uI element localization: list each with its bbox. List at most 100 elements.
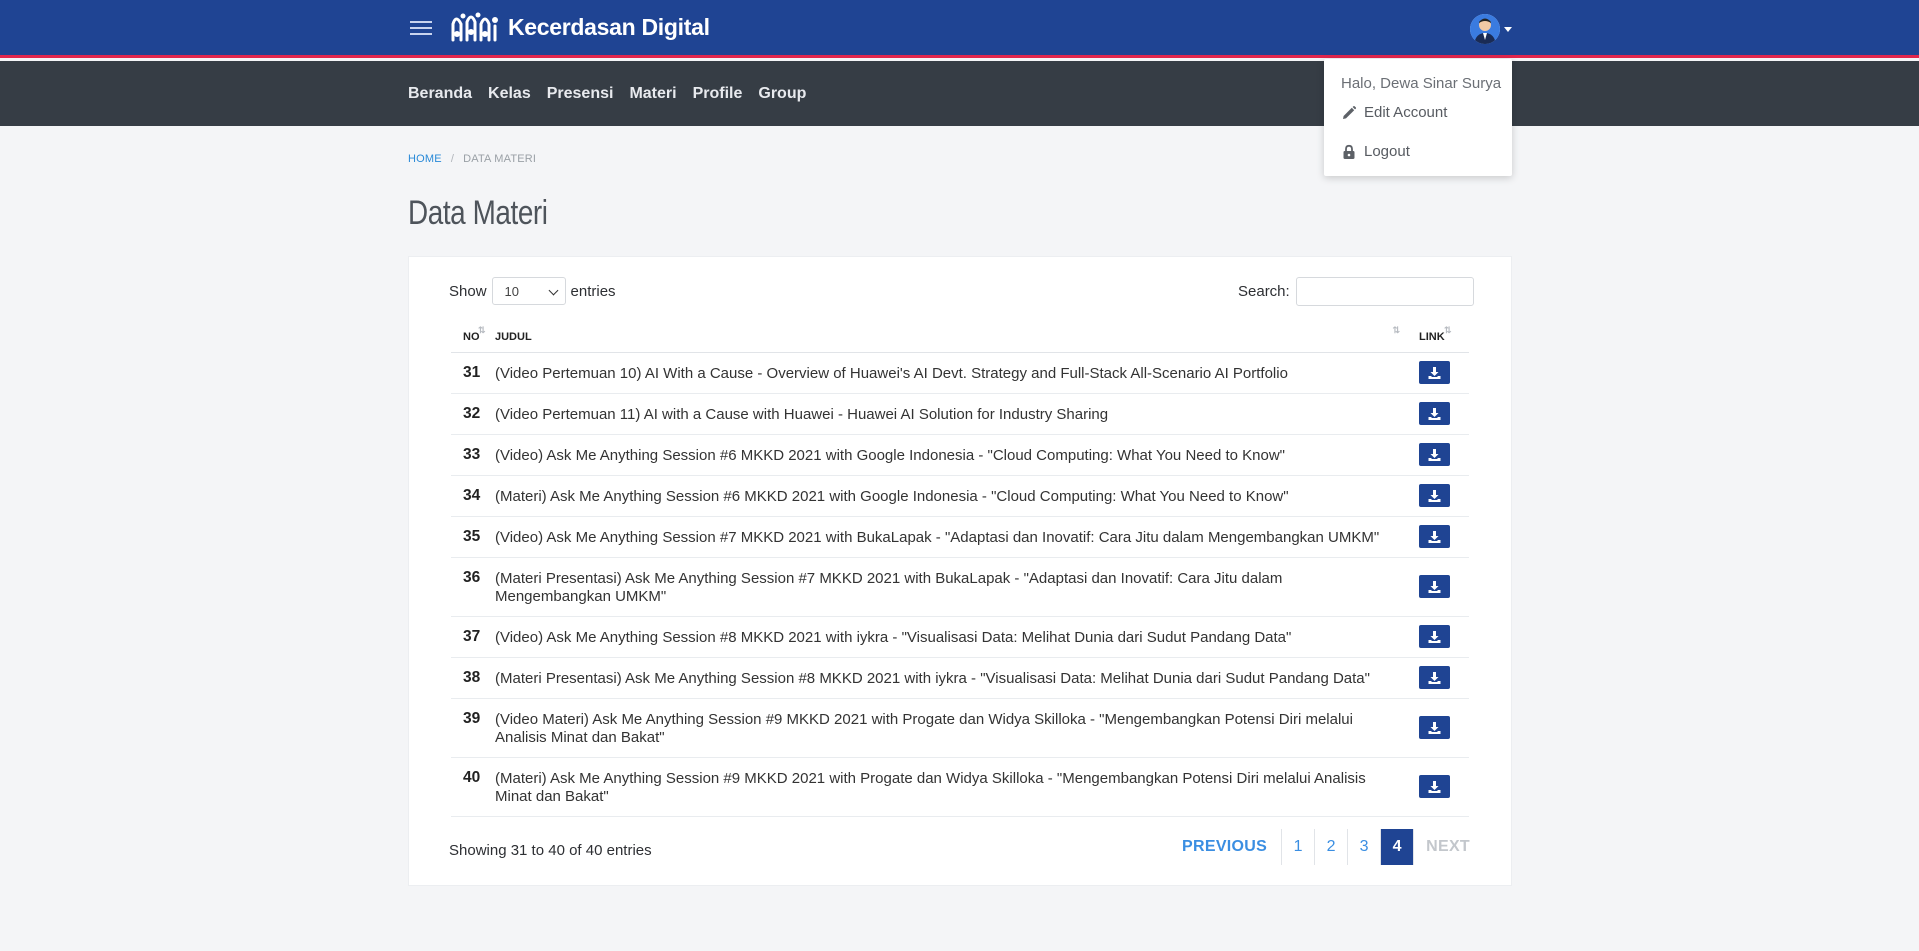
download-button[interactable]: [1419, 443, 1450, 466]
table-row: 37 (Video) Ask Me Anything Session #8 MKK…: [451, 616, 1469, 658]
nav-item-materi[interactable]: Materi: [629, 85, 676, 103]
table-search: Search:: [1238, 277, 1474, 306]
row-link-cell: [1411, 657, 1469, 699]
download-button[interactable]: [1419, 775, 1450, 798]
row-title: (Video) Ask Me Anything Session #8 MKKD …: [495, 616, 1411, 658]
sort-icon: ⇅: [478, 325, 485, 335]
table-row: 35 (Video) Ask Me Anything Session #7 MKK…: [451, 516, 1469, 558]
download-button[interactable]: [1419, 484, 1450, 507]
nav-item-presensi[interactable]: Presensi: [547, 85, 614, 103]
row-title: (Video) Ask Me Anything Session #7 MKKD …: [495, 516, 1411, 558]
pagination-page-3[interactable]: 3: [1347, 829, 1380, 865]
row-link-cell: [1411, 616, 1469, 658]
column-header-link-label: LINK: [1419, 331, 1445, 344]
brand-title[interactable]: Kecerdasan Digital: [508, 14, 710, 41]
row-number: 38: [451, 657, 495, 699]
page-title: Data Materi: [408, 194, 548, 232]
download-button[interactable]: [1419, 625, 1450, 648]
sort-icon: ⇅: [1444, 325, 1451, 335]
search-label: Search:: [1238, 283, 1290, 300]
pagination-page-1[interactable]: 1: [1281, 829, 1314, 865]
table-header-row: NO ⇅ JUDUL ⇅ LINK ⇅: [451, 319, 1469, 353]
user-dropdown: Halo, Dewa Sinar Surya Edit Account Logo…: [1324, 59, 1512, 176]
row-link-cell: [1411, 516, 1469, 558]
entries-label: entries: [570, 282, 616, 300]
pagination-previous[interactable]: PREVIOUS: [1182, 829, 1281, 865]
row-number: 36: [451, 557, 495, 617]
table-row: 31 (Video Pertemuan 10) AI With a Cause -…: [451, 352, 1469, 394]
menu-icon[interactable]: [410, 18, 432, 38]
download-icon: [1428, 580, 1441, 593]
download-button[interactable]: [1419, 575, 1450, 598]
row-link-cell: [1411, 557, 1469, 617]
download-icon: [1428, 780, 1441, 793]
breadcrumb-separator: /: [450, 153, 455, 165]
column-header-judul[interactable]: JUDUL ⇅: [495, 319, 1411, 353]
nav-item-profile[interactable]: Profile: [693, 85, 743, 103]
entries-select[interactable]: 10: [491, 277, 566, 305]
breadcrumb-home[interactable]: HOME: [408, 153, 442, 165]
row-link-cell: [1411, 434, 1469, 476]
edit-account-link[interactable]: Edit Account: [1341, 104, 1447, 121]
download-icon: [1428, 671, 1441, 684]
download-button[interactable]: [1419, 402, 1450, 425]
download-icon: [1428, 630, 1441, 643]
row-number: 37: [451, 616, 495, 658]
avatar: [1470, 14, 1500, 44]
column-header-judul-label: JUDUL: [495, 331, 532, 344]
row-link-cell: [1411, 352, 1469, 394]
row-title: (Materi Presentasi) Ask Me Anything Sess…: [495, 657, 1411, 699]
sort-icon: ⇅: [1392, 325, 1399, 335]
top-bar: Kecerdasan Digital: [0, 0, 1919, 58]
row-link-cell: [1411, 475, 1469, 517]
download-button[interactable]: [1419, 716, 1450, 739]
row-number: 34: [451, 475, 495, 517]
user-greeting: Halo, Dewa Sinar Surya: [1341, 75, 1502, 92]
row-number: 32: [451, 393, 495, 435]
column-header-no[interactable]: NO ⇅: [451, 319, 495, 353]
row-title: (Materi) Ask Me Anything Session #6 MKKD…: [495, 475, 1411, 517]
nav-item-kelas[interactable]: Kelas: [488, 85, 531, 103]
row-title: (Materi) Ask Me Anything Session #9 MKKD…: [495, 757, 1411, 817]
table-row: 38 (Materi Presentasi) Ask Me Anything Se…: [451, 657, 1469, 699]
materi-card: Show 10 entries Search: NO ⇅ JUDUL ⇅ LINK ⇅…: [408, 256, 1512, 886]
pencil-icon: [1343, 105, 1357, 119]
pagination-page-2[interactable]: 2: [1314, 829, 1347, 865]
download-icon: [1428, 366, 1441, 379]
row-number: 33: [451, 434, 495, 476]
logout-link[interactable]: Logout: [1341, 143, 1410, 160]
show-label: Show: [449, 282, 487, 300]
logout-label: Logout: [1364, 143, 1410, 160]
edit-account-label: Edit Account: [1364, 104, 1448, 121]
pagination: PREVIOUS 1 2 3 4 NEXT: [1182, 829, 1470, 865]
download-icon: [1428, 407, 1441, 420]
row-title: (Materi Presentasi) Ask Me Anything Sess…: [495, 557, 1411, 617]
table-row: 39 (Video Materi) Ask Me Anything Session…: [451, 698, 1469, 758]
user-menu-toggle[interactable]: [1470, 13, 1512, 45]
row-title: (Video) Ask Me Anything Session #6 MKKD …: [495, 434, 1411, 476]
row-title: (Video Materi) Ask Me Anything Session #…: [495, 698, 1411, 758]
download-icon: [1428, 489, 1441, 502]
download-icon: [1428, 448, 1441, 461]
row-title: (Video Pertemuan 11) AI with a Cause wit…: [495, 393, 1411, 435]
chevron-down-icon: [548, 285, 558, 296]
row-link-cell: [1411, 757, 1469, 817]
search-input[interactable]: [1295, 277, 1474, 306]
download-button[interactable]: [1419, 525, 1450, 548]
table-row: 36 (Materi Presentasi) Ask Me Anything Se…: [451, 557, 1469, 617]
entries-select-value: 10: [504, 283, 519, 299]
row-number: 40: [451, 757, 495, 817]
download-icon: [1428, 721, 1441, 734]
column-header-link[interactable]: LINK ⇅: [1411, 319, 1469, 353]
breadcrumb-current: DATA MATERI: [463, 153, 537, 165]
table-info: Showing 31 to 40 of 40 entries: [449, 842, 652, 859]
download-icon: [1428, 530, 1441, 543]
chevron-down-icon: [1504, 26, 1512, 32]
nav-item-beranda[interactable]: Beranda: [408, 85, 472, 103]
pagination-page-4[interactable]: 4: [1380, 829, 1414, 865]
nav-item-group[interactable]: Group: [758, 85, 806, 103]
download-button[interactable]: [1419, 666, 1450, 689]
download-button[interactable]: [1419, 361, 1450, 384]
pagination-next[interactable]: NEXT: [1413, 829, 1470, 865]
logo-icon: [451, 12, 498, 42]
